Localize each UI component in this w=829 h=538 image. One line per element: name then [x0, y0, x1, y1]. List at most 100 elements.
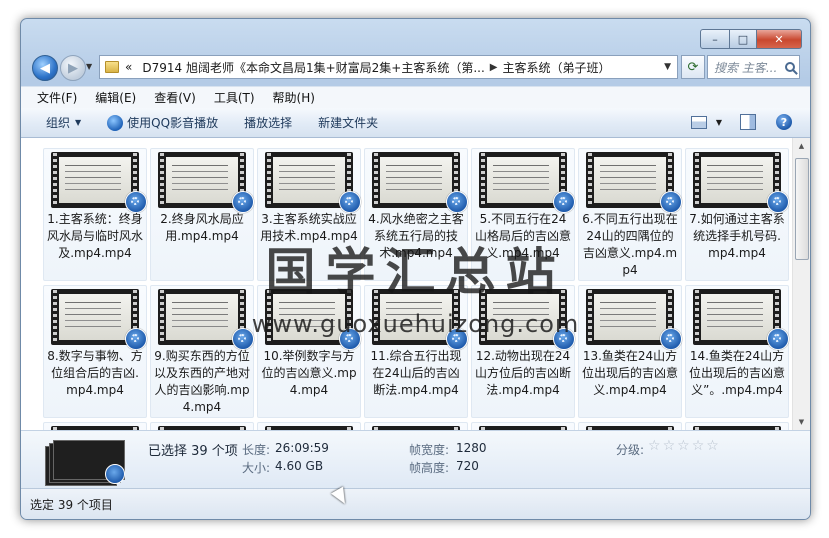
- close-button[interactable]: ✕: [757, 29, 802, 49]
- file-name: 2.终身风水局应用.mp4.mp4: [160, 212, 244, 243]
- whiteboard-frame: [594, 294, 666, 340]
- file-tile[interactable]: 1.主客系统：终身风水局与临时风水及.mp4.mp4: [43, 148, 147, 281]
- menu-help[interactable]: 帮助(H): [273, 89, 315, 106]
- file-tile[interactable]: 11.综合五行出现在24山后的吉凶断法.mp4.mp4: [364, 285, 468, 418]
- whiteboard-frame: [701, 294, 773, 340]
- size-label: 大小:: [242, 461, 271, 475]
- file-tile[interactable]: 6.不同五行出现在24山的四隅位的吉凶意义.mp4.mp4: [578, 148, 682, 281]
- selection-thumbnail: [45, 440, 125, 486]
- file-tile[interactable]: [578, 422, 682, 430]
- rating-star-icon[interactable]: ☆: [692, 438, 705, 454]
- file-name: 3.主客系统实战应用技术.mp4.mp4: [260, 212, 358, 243]
- details-pane: 已选择 39 个项 长度: 26:09:59 大小: 4.60 GB 帧宽度: …: [21, 430, 810, 489]
- film-strip-icon: [374, 290, 378, 344]
- scroll-up-icon[interactable]: ▲: [793, 138, 810, 154]
- file-tile[interactable]: 10.举例数字与方位的吉凶意义.mp4.mp4: [257, 285, 361, 418]
- qq-player-badge-icon: [232, 191, 254, 213]
- search-input[interactable]: 搜索 主客...: [714, 59, 777, 76]
- qq-player-badge-icon: [125, 328, 147, 350]
- film-strip-icon: [588, 290, 592, 344]
- whiteboard-frame: [273, 157, 345, 203]
- back-button[interactable]: ◀: [32, 55, 58, 81]
- file-tile[interactable]: [471, 422, 575, 430]
- help-icon[interactable]: ?: [776, 114, 792, 130]
- file-tile[interactable]: [685, 422, 789, 430]
- qq-player-badge-icon: [125, 191, 147, 213]
- scroll-down-icon[interactable]: ▼: [793, 414, 810, 430]
- rating-star-icon[interactable]: ☆: [677, 438, 690, 454]
- film-strip-icon: [481, 290, 485, 344]
- whiteboard-frame: [166, 157, 238, 203]
- qq-player-badge-icon: [660, 328, 682, 350]
- search-box[interactable]: 搜索 主客...: [707, 55, 800, 79]
- file-name: 7.如何通过主客系统选择手机号码.mp4.mp4: [689, 212, 785, 260]
- file-tile[interactable]: 5.不同五行在24山格局后的吉凶意义.mp4.mp4: [471, 148, 575, 281]
- menu-file[interactable]: 文件(F): [37, 89, 77, 106]
- file-name: 10.举例数字与方位的吉凶意义.mp4.mp4: [261, 349, 357, 397]
- scrollbar-thumb[interactable]: [795, 158, 809, 260]
- maximize-button[interactable]: □: [730, 29, 757, 49]
- forward-button[interactable]: ▶: [60, 55, 86, 81]
- address-dropdown-icon[interactable]: ▼: [664, 62, 671, 72]
- file-tile[interactable]: [364, 422, 468, 430]
- rating-label: 分级:: [616, 443, 645, 457]
- play-with-qq-button[interactable]: 使用QQ影音播放: [107, 114, 218, 131]
- whiteboard-frame: [487, 294, 559, 340]
- file-tile[interactable]: 3.主客系统实战应用技术.mp4.mp4: [257, 148, 361, 281]
- file-tile[interactable]: 8.数字与事物、方位组合后的吉凶.mp4.mp4: [43, 285, 147, 418]
- length-value: 26:09:59: [275, 441, 329, 455]
- breadcrumb-current[interactable]: 主客系统（弟子班）: [502, 59, 610, 76]
- recent-pages-dropdown-icon[interactable]: ▼: [86, 62, 92, 71]
- file-tile[interactable]: [257, 422, 361, 430]
- file-tile[interactable]: 7.如何通过主客系统选择手机号码.mp4.mp4: [685, 148, 789, 281]
- file-name: 5.不同五行在24山格局后的吉凶意义.mp4.mp4: [474, 212, 571, 260]
- chevron-down-icon: ▼: [75, 118, 82, 127]
- menu-tools[interactable]: 工具(T): [214, 89, 255, 106]
- file-name: 6.不同五行出现在24山的四隅位的吉凶意义.mp4.mp4: [582, 212, 678, 277]
- file-name: 4.风水绝密之主客系统五行局的技术.mp4.mp4: [368, 212, 464, 260]
- file-tile[interactable]: 13.鱼类在24山方位出现后的吉凶意义.mp4.mp4: [578, 285, 682, 418]
- rating-stars[interactable]: ☆ ☆ ☆ ☆ ☆: [648, 438, 721, 454]
- menu-view[interactable]: 查看(V): [154, 89, 196, 106]
- qq-player-badge-icon: [446, 191, 468, 213]
- address-overflow-chevron[interactable]: «: [125, 60, 132, 74]
- preview-pane-icon[interactable]: [740, 114, 756, 130]
- file-tile[interactable]: [43, 422, 147, 430]
- frame-width-label: 帧宽度:: [409, 443, 450, 457]
- file-tile[interactable]: 12.动物出现在24山方位后的吉凶断法.mp4.mp4: [471, 285, 575, 418]
- change-view-icon[interactable]: [690, 115, 707, 129]
- breadcrumb-arrow-icon[interactable]: ▶: [490, 62, 498, 73]
- file-tile[interactable]: [150, 422, 254, 430]
- command-bar: 组织 ▼ 使用QQ影音播放 播放选择 新建文件夹 ▼ ?: [21, 108, 810, 138]
- film-strip-icon: [374, 153, 378, 207]
- file-tile[interactable]: 2.终身风水局应用.mp4.mp4: [150, 148, 254, 281]
- whiteboard-frame: [166, 294, 238, 340]
- breadcrumb-parent[interactable]: D7914 旭阔老师《本命文昌局1集+财富局2集+主客系统（第...: [142, 59, 484, 76]
- minimize-button[interactable]: –: [700, 29, 730, 49]
- view-options-chevron-icon[interactable]: ▼: [716, 118, 722, 127]
- file-tile[interactable]: 14.鱼类在24山方位出现后的吉凶意义”。.mp4.mp4: [685, 285, 789, 418]
- video-file-icon: [105, 464, 125, 484]
- menu-bar: 文件(F) 编辑(E) 查看(V) 工具(T) 帮助(H): [21, 86, 810, 108]
- rating-star-icon[interactable]: ☆: [663, 438, 676, 454]
- refresh-icon[interactable]: ⟳: [681, 55, 705, 79]
- film-strip-icon: [588, 153, 592, 207]
- menu-edit[interactable]: 编辑(E): [95, 89, 136, 106]
- organize-label: 组织: [46, 116, 71, 130]
- search-icon[interactable]: [785, 62, 795, 72]
- address-bar[interactable]: « D7914 旭阔老师《本命文昌局1集+财富局2集+主客系统（第... ▶ 主…: [99, 55, 678, 79]
- rating-star-icon[interactable]: ☆: [648, 438, 661, 454]
- folder-icon: [105, 61, 119, 73]
- film-strip-icon: [695, 290, 699, 344]
- file-tile[interactable]: 9.购买东西的方位以及东西的产地对人的吉凶影响.mp4.mp4: [150, 285, 254, 418]
- play-selection-button[interactable]: 播放选择: [244, 114, 292, 131]
- vertical-scrollbar[interactable]: ▲ ▼: [792, 138, 810, 430]
- toolbar-right: ▼ ?: [690, 114, 792, 130]
- file-tile[interactable]: 4.风水绝密之主客系统五行局的技术.mp4.mp4: [364, 148, 468, 281]
- organize-button[interactable]: 组织 ▼: [46, 114, 81, 131]
- rating-star-icon[interactable]: ☆: [706, 438, 719, 454]
- file-name: 14.鱼类在24山方位出现后的吉凶意义”。.mp4.mp4: [688, 349, 785, 397]
- status-bar: 选定 39 个项目: [21, 488, 810, 519]
- qq-player-badge-icon: [339, 328, 361, 350]
- new-folder-button[interactable]: 新建文件夹: [318, 114, 378, 131]
